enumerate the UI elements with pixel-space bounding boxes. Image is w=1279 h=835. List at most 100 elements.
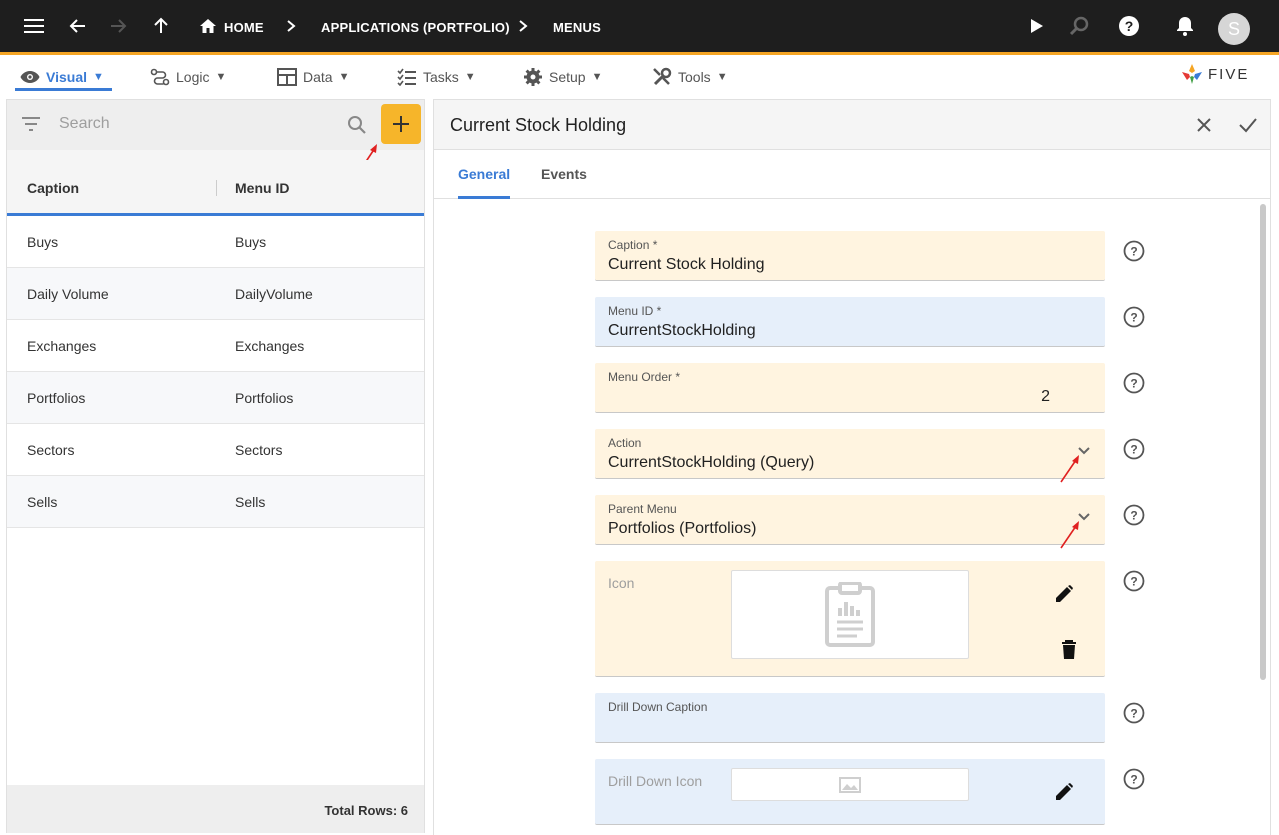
form-header: Current Stock Holding: [434, 100, 1270, 150]
row-caption: Exchanges: [27, 338, 97, 354]
menu-tools-label: Tools: [678, 69, 711, 85]
column-header-menu-id[interactable]: Menu ID: [235, 180, 289, 196]
clipboard-report-icon: [825, 581, 875, 647]
icon-preview[interactable]: [731, 570, 969, 659]
help-icon[interactable]: ?: [1123, 768, 1145, 790]
dropdown-caret-icon: ▼: [591, 71, 603, 83]
column-header-caption[interactable]: Caption: [27, 180, 79, 196]
caption-value: Current Stock Holding: [608, 256, 765, 273]
menu-data[interactable]: Data ▼: [277, 63, 349, 91]
menu-order-field[interactable]: Menu Order * 2: [595, 363, 1105, 413]
tab-general[interactable]: General: [458, 166, 510, 182]
svg-text:?: ?: [1130, 707, 1137, 721]
menu-id-label: Menu ID *: [608, 304, 662, 318]
logic-icon: [150, 68, 170, 86]
drill-down-icon-preview[interactable]: [731, 768, 969, 801]
menu-visual[interactable]: Visual ▼: [20, 63, 104, 91]
row-caption: Portfolios: [27, 390, 86, 406]
help-icon[interactable]: ?: [1123, 372, 1145, 394]
play-icon[interactable]: [1024, 14, 1048, 38]
svg-text:?: ?: [1130, 773, 1137, 787]
close-icon[interactable]: [1196, 117, 1212, 133]
help-icon[interactable]: ?: [1123, 240, 1145, 262]
table-row[interactable]: Buys Buys: [7, 216, 424, 268]
menu-tools[interactable]: Tools ▼: [652, 63, 728, 91]
home-icon[interactable]: [196, 14, 220, 38]
user-avatar[interactable]: S: [1218, 13, 1250, 45]
filter-icon[interactable]: [21, 117, 41, 131]
pencil-edit-icon[interactable]: [1054, 584, 1074, 604]
back-arrow-icon[interactable]: [66, 14, 90, 38]
breadcrumb-applications[interactable]: APPLICATIONS (PORTFOLIO): [321, 20, 510, 35]
help-icon[interactable]: ?: [1123, 504, 1145, 526]
breadcrumb-menus: MENUS: [553, 20, 601, 35]
record-form-panel: Current Stock Holding General Events Cap…: [433, 99, 1271, 835]
add-button[interactable]: [381, 104, 421, 144]
search-icon[interactable]: [347, 115, 367, 135]
row-caption: Daily Volume: [27, 286, 109, 302]
drill-down-caption-field[interactable]: Drill Down Caption: [595, 693, 1105, 743]
menu-logic[interactable]: Logic ▼: [150, 63, 226, 91]
parent-menu-select[interactable]: Parent Menu Portfolios (Portfolios): [595, 495, 1105, 545]
tools-icon: [653, 67, 672, 86]
active-menu-indicator: [15, 88, 112, 91]
up-arrow-icon[interactable]: [149, 14, 173, 38]
menu-order-value: 2: [1041, 388, 1050, 405]
trash-delete-icon[interactable]: [1061, 640, 1077, 660]
row-menu-id: Sectors: [235, 442, 283, 458]
table-row[interactable]: Exchanges Exchanges: [7, 320, 424, 372]
row-caption: Sells: [27, 494, 58, 510]
row-caption: Buys: [27, 234, 59, 250]
caption-label: Caption *: [608, 238, 658, 252]
table-row[interactable]: Portfolios Portfolios: [7, 372, 424, 424]
hamburger-menu-icon[interactable]: [22, 14, 46, 38]
check-icon[interactable]: [1238, 117, 1258, 133]
debug-search-icon: [1067, 14, 1091, 38]
row-menu-id: Exchanges: [235, 338, 305, 354]
menu-tasks-label: Tasks: [423, 69, 459, 85]
drill-down-caption-label: Drill Down Caption: [608, 700, 708, 714]
action-select[interactable]: Action CurrentStockHolding (Query): [595, 429, 1105, 479]
svg-text:?: ?: [1130, 443, 1137, 457]
icon-field: Icon: [595, 561, 1105, 677]
table-row[interactable]: Sectors Sectors: [7, 424, 424, 476]
main-menu-bar: Visual ▼ Logic ▼ Data ▼ Tasks ▼ Setup ▼ Tools…: [0, 55, 1279, 95]
help-icon[interactable]: ?: [1123, 570, 1145, 592]
menu-id-field[interactable]: Menu ID * CurrentStockHolding: [595, 297, 1105, 347]
action-value: CurrentStockHolding (Query): [608, 454, 815, 471]
svg-text:?: ?: [1130, 311, 1137, 325]
row-menu-id: Portfolios: [235, 390, 294, 406]
menu-id-value: CurrentStockHolding: [608, 322, 756, 339]
action-label: Action: [608, 436, 642, 450]
help-icon[interactable]: ?: [1123, 438, 1145, 460]
svg-text:?: ?: [1125, 18, 1134, 34]
breadcrumb-home[interactable]: HOME: [224, 20, 264, 35]
bell-icon[interactable]: [1173, 14, 1197, 38]
help-icon[interactable]: ?: [1123, 306, 1145, 328]
dropdown-caret-icon: ▼: [215, 71, 227, 83]
menu-setup[interactable]: Setup ▼: [523, 63, 602, 91]
svg-text:?: ?: [1130, 377, 1137, 391]
top-app-bar: HOME APPLICATIONS (PORTFOLIO) MENUS ? S: [0, 0, 1279, 55]
help-icon[interactable]: ?: [1117, 14, 1141, 38]
menus-list-panel: Search Caption Menu ID Buys Buys Daily V…: [6, 99, 425, 833]
form-title: Current Stock Holding: [450, 115, 627, 135]
caption-field[interactable]: Caption * Current Stock Holding: [595, 231, 1105, 281]
annotation-arrow: [1060, 521, 1079, 549]
form-tabs: General Events: [434, 150, 1270, 199]
table-row[interactable]: Daily Volume DailyVolume: [7, 268, 424, 320]
gear-icon: [524, 68, 542, 86]
pencil-edit-icon[interactable]: [1054, 782, 1074, 802]
help-icon[interactable]: ?: [1123, 702, 1145, 724]
chevron-right-icon: [279, 14, 303, 38]
row-menu-id: Sells: [235, 494, 266, 510]
tab-events[interactable]: Events: [541, 166, 587, 182]
table-row[interactable]: Sells Sells: [7, 476, 424, 528]
logo-text: FIVE: [1208, 65, 1250, 83]
search-input[interactable]: Search: [59, 115, 110, 133]
drill-down-icon-field: Drill Down Icon: [595, 759, 1105, 825]
parent-menu-label: Parent Menu: [608, 502, 677, 516]
form-body: Caption * Current Stock Holding ? Menu I…: [434, 200, 1270, 835]
menu-tasks[interactable]: Tasks ▼: [397, 63, 476, 91]
form-scrollbar[interactable]: [1260, 204, 1266, 680]
